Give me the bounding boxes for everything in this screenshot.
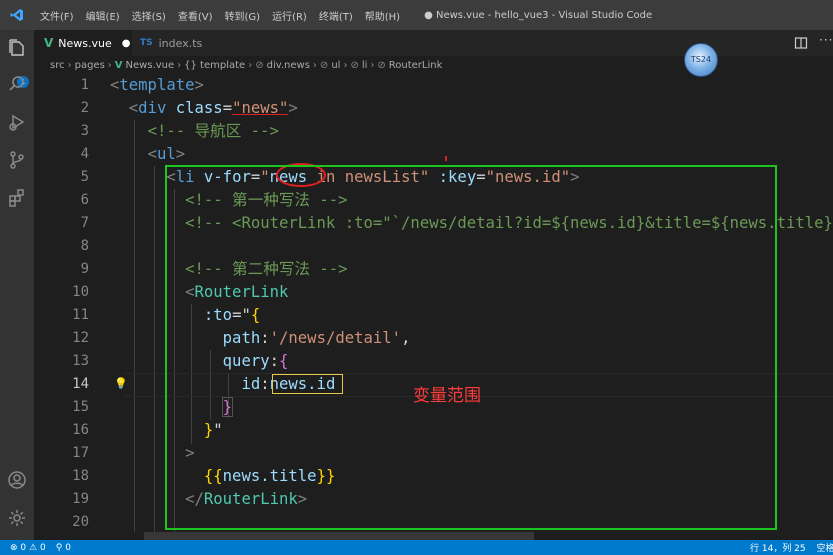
more-actions-button[interactable]: ··· [819, 33, 833, 47]
unsaved-dot-icon[interactable]: ● [122, 38, 131, 49]
code-text: <!-- 导航区 --> [147, 122, 279, 140]
line-number: 11 [72, 307, 89, 323]
source-control-icon[interactable] [5, 148, 29, 172]
menu-view[interactable]: 查看(V) [172, 8, 219, 23]
line-number: 16 [72, 422, 89, 438]
code-editor[interactable]: 1 <template> 2 <div class="news"> 3 <!--… [34, 74, 833, 540]
line-number: 8 [80, 238, 89, 254]
presenter-avatar: TS24 [684, 43, 718, 77]
code-text: <div class="news"> [128, 99, 298, 117]
ports-count: 0 [65, 542, 71, 553]
tab-label: index.ts [158, 36, 203, 50]
indentation-indicator[interactable]: 空格 [817, 544, 833, 554]
line-number: 14 [72, 376, 89, 392]
symbol-icon: ⊘ [255, 59, 264, 71]
warning-count: 0 [39, 542, 46, 553]
line-number: 2 [80, 100, 89, 116]
menu-selection[interactable]: 选择(S) [126, 8, 172, 23]
extensions-icon[interactable] [5, 186, 29, 210]
tab-label: News.vue [58, 36, 112, 50]
line-number: 5 [80, 169, 89, 185]
menu-terminal[interactable]: 终端(T) [313, 8, 359, 23]
lightbulb-icon[interactable]: 💡 [114, 377, 128, 390]
ts-icon: TS [140, 38, 153, 48]
line-number: 3 [80, 123, 89, 139]
crumb-li[interactable]: li [362, 60, 368, 71]
tab-index-ts[interactable]: TS index.ts [132, 30, 227, 56]
menu-bar: 文件(F) 编辑(E) 选择(S) 查看(V) 转到(G) 运行(R) 终端(T… [34, 8, 406, 23]
vue-icon: V [114, 59, 123, 71]
line-number: 10 [72, 284, 89, 300]
crumb-template[interactable]: {} template [184, 60, 245, 71]
line-number: 20 [72, 514, 89, 530]
line-number: 18 [72, 468, 89, 484]
menu-help[interactable]: 帮助(H) [359, 8, 406, 23]
crumb-file[interactable]: News.vue [126, 60, 175, 71]
vue-icon: V [44, 36, 54, 50]
crumb-ul[interactable]: ul [331, 60, 340, 71]
code-text: <ul> [147, 145, 186, 163]
cursor-position[interactable]: 行 14，列 25 [750, 544, 806, 554]
symbol-icon: ⊘ [319, 59, 329, 71]
crumb-div-news[interactable]: div.news [267, 60, 310, 71]
line-number: 13 [72, 353, 89, 369]
tab-news-vue[interactable]: V News.vue ● [34, 30, 132, 56]
line-number: 17 [72, 445, 89, 461]
menu-edit[interactable]: 编辑(E) [80, 8, 126, 23]
line-number: 15 [72, 399, 89, 415]
symbol-icon: ⊘ [350, 59, 359, 71]
line-number: 1 [80, 77, 89, 93]
problems-indicator[interactable]: ⊗ 0 ⚠ 0 [10, 543, 46, 553]
annotation-mark [445, 156, 447, 161]
warning-icon: ⚠ [29, 542, 38, 553]
explorer-icon[interactable] [5, 36, 29, 60]
code-line: 2 <div class="news"> [34, 97, 833, 120]
run-debug-icon[interactable] [5, 110, 29, 134]
search-icon[interactable] [5, 72, 29, 96]
code-line: 1 <template> [34, 74, 833, 97]
crumb-routerlink[interactable]: RouterLink [389, 60, 443, 71]
line-number: 9 [80, 261, 89, 277]
error-icon: ⊗ [10, 542, 18, 553]
ports-icon: ⚲ [55, 542, 63, 553]
annotation-box [165, 165, 777, 530]
crumb-pages[interactable]: pages [75, 60, 105, 71]
symbol-icon: ⊘ [377, 59, 386, 71]
menu-go[interactable]: 转到(G) [219, 8, 267, 23]
account-icon[interactable] [5, 468, 29, 492]
line-number: 6 [80, 192, 89, 208]
code-line: 3 <!-- 导航区 --> [34, 120, 833, 143]
status-bar: ⊗ 0 ⚠ 0 ⚲ 0 行 14，列 25 空格 [0, 540, 833, 555]
line-number: 12 [72, 330, 89, 346]
title-bar: 文件(F) 编辑(E) 选择(S) 查看(V) 转到(G) 运行(R) 终端(T… [0, 0, 833, 30]
code-line: 4 <ul> [34, 143, 833, 166]
annotation-note: 变量范围 [413, 386, 481, 406]
menu-run[interactable]: 运行(R) [266, 8, 313, 23]
activity-bar: 1 [0, 30, 34, 540]
line-number: 7 [80, 215, 89, 231]
error-count: 0 [20, 542, 27, 553]
line-number: 4 [80, 146, 89, 162]
ports-indicator[interactable]: ⚲ 0 [56, 543, 71, 553]
window-title: ● News.vue - hello_vue3 - Visual Studio … [424, 9, 653, 21]
code-text: <template> [110, 76, 204, 94]
line-number: 19 [72, 491, 89, 507]
horizontal-scrollbar[interactable] [144, 532, 534, 540]
menu-file[interactable]: 文件(F) [34, 8, 80, 23]
manage-gear-icon[interactable] [5, 506, 29, 530]
crumb-src[interactable]: src [50, 60, 65, 71]
split-editor-icon[interactable] [794, 35, 808, 49]
vscode-logo-icon[interactable] [0, 8, 34, 22]
